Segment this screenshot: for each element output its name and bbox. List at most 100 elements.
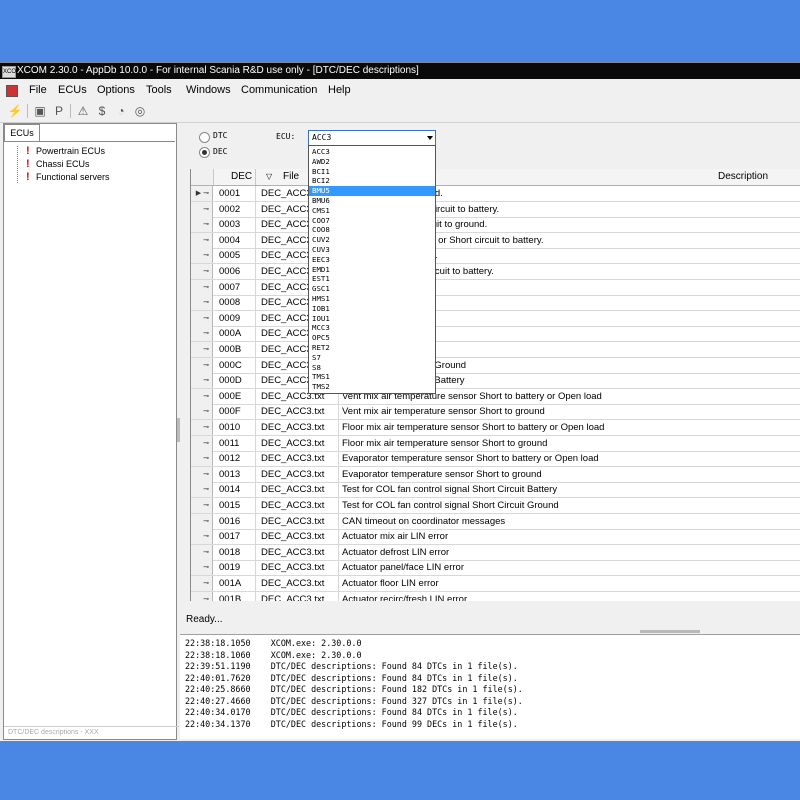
table-row[interactable]: ⊸000BDEC_ACC3.txtack signal fault (191, 342, 800, 358)
title-bar[interactable]: XCOM XCOM 2.30.0 - AppDb 10.0.0 - For in… (0, 63, 800, 79)
row-header[interactable]: ⊸ (191, 217, 213, 233)
table-row[interactable]: ⊸000DDEC_ACC3.txtol signal Short Circuit… (191, 373, 800, 390)
menu-communication[interactable]: Communication (241, 80, 317, 100)
menu-help[interactable]: Help (328, 80, 351, 100)
dec-radio[interactable] (199, 147, 210, 158)
dropdown-option[interactable]: CUV3 (309, 245, 435, 255)
row-header[interactable]: ⊸ (191, 529, 213, 545)
table-row[interactable]: ⊸ 001A DEC_ACC3.txt Actuator floor LIN erro… (191, 576, 800, 592)
menu-file[interactable]: File (29, 80, 47, 100)
dropdown-option[interactable]: TMS1 (309, 372, 435, 382)
table-row[interactable]: ⊸0008DEC_ACC3.txtge fault (191, 295, 800, 312)
table-row[interactable]: ⊸ 0019 DEC_ACC3.txt Actuator panel/face LIN… (191, 560, 800, 577)
table-row[interactable]: ⊸0005DEC_ACC3.txtShort circuit to ground… (191, 248, 800, 265)
speedometer-icon[interactable]: ◔ (113, 103, 129, 119)
splitter-handle[interactable] (177, 418, 180, 442)
menu-ecus[interactable]: ECUs (58, 80, 87, 100)
dropdown-option[interactable]: CMS1 (309, 206, 435, 216)
table-row[interactable]: ▶ ⊸0001DEC_ACC3.txtt Short circuit to gr… (191, 186, 800, 202)
row-header[interactable]: ⊸ (191, 310, 213, 326)
row-header[interactable]: ⊸ (191, 435, 213, 451)
menu-windows[interactable]: Windows (186, 80, 231, 100)
row-header[interactable]: ⊸ (191, 201, 213, 217)
dropdown-option[interactable]: BMU5 (309, 186, 435, 196)
horizontal-splitter[interactable] (640, 630, 700, 633)
row-header[interactable]: ⊸ (191, 498, 213, 513)
menu-options[interactable]: Options (97, 80, 135, 100)
row-header[interactable]: ⊸ (191, 420, 213, 435)
table-row[interactable]: ⊸0009DEC_ACC3.txtemperature fault (191, 310, 800, 327)
settings-icon[interactable]: ◎ (132, 103, 148, 119)
dropdown-option[interactable]: OPC5 (309, 333, 435, 343)
dropdown-option[interactable]: RET2 (309, 343, 435, 353)
table-row[interactable]: ⊸0006DEC_ACC3.txtOpen load or Short circ… (191, 264, 800, 280)
table-row[interactable]: ⊸ 0014 DEC_ACC3.txt Test for COL fan contro… (191, 482, 800, 499)
row-header[interactable]: ⊸ (191, 342, 213, 357)
table-row[interactable]: ⊸0007DEC_ACC3.txts error. (191, 279, 800, 296)
dropdown-option[interactable]: IOB1 (309, 304, 435, 314)
row-header[interactable]: ⊸ (191, 513, 213, 529)
row-header[interactable]: ⊸ (191, 326, 213, 342)
system-menu-icon[interactable] (6, 85, 18, 97)
row-header[interactable]: ⊸ (191, 404, 213, 420)
row-header[interactable]: ⊸ (191, 591, 213, 601)
chevron-down-icon[interactable] (427, 136, 433, 140)
tab-ecus[interactable]: ECUs (4, 124, 40, 141)
row-header[interactable]: ⊸ (191, 451, 213, 467)
row-header[interactable]: ⊸ (191, 279, 213, 295)
table-row[interactable]: ⊸ 0004 DEC_ACC3.txt nalog Input Open load o… (191, 232, 800, 249)
table-row[interactable]: ⊸ 0012 DEC_ACC3.txt Evaporator temperature … (191, 451, 800, 468)
table-row[interactable]: ⊸ 0016 DEC_ACC3.txt CAN timeout on coordina… (191, 513, 800, 530)
row-header[interactable]: ⊸ (191, 357, 213, 373)
tree-item-functional-servers[interactable]: ! Functional servers (26, 171, 110, 184)
dropdown-option[interactable]: BCI1 (309, 167, 435, 177)
dropdown-option[interactable]: EST1 (309, 274, 435, 284)
dropdown-option[interactable]: ACC3 (309, 147, 435, 157)
dollar-icon[interactable]: $ (94, 103, 110, 119)
save-icon[interactable]: ▣ (32, 103, 48, 119)
row-header[interactable]: ⊸ (191, 388, 213, 404)
row-header[interactable]: ⊸ (191, 295, 213, 311)
properties-icon[interactable]: P (51, 103, 67, 119)
ecu-select[interactable]: ACC3 (308, 130, 436, 146)
table-row[interactable]: ⊸000ADEC_ACC3.txtted fault (191, 326, 800, 343)
dropdown-option[interactable]: GSC1 (309, 284, 435, 294)
lightning-icon[interactable]: ⚡ (7, 103, 23, 119)
table-row[interactable]: ⊸0002DEC_ACC3.txtt Open load or Short ci… (191, 201, 800, 218)
column-header-dec[interactable]: DEC ▽ (213, 169, 272, 185)
dropdown-option[interactable]: BCI2 (309, 176, 435, 186)
tree-item-powertrain-ecus[interactable]: ! Powertrain ECUs (26, 145, 105, 158)
dropdown-option[interactable]: S8 (309, 363, 435, 373)
dropdown-option[interactable]: MCC3 (309, 323, 435, 333)
dropdown-option[interactable]: IOU1 (309, 314, 435, 324)
dropdown-option[interactable]: BMU6 (309, 196, 435, 206)
dropdown-option[interactable]: HMS1 (309, 294, 435, 304)
table-row[interactable]: ⊸ 0013 DEC_ACC3.txt Evaporator temperature … (191, 466, 800, 483)
row-header[interactable]: ▶ ⊸ (191, 186, 213, 201)
dropdown-option[interactable]: EEC3 (309, 255, 435, 265)
dtc-radio[interactable] (199, 132, 210, 143)
table-row[interactable]: ⊸ 001B DEC_ACC3.txt Actuator recirc/fresh L… (191, 591, 800, 601)
table-row[interactable]: ⊸ 0017 DEC_ACC3.txt Actuator mix air LIN er… (191, 529, 800, 546)
dropdown-option[interactable]: CUV2 (309, 235, 435, 245)
warning-icon[interactable]: ⚠ (75, 103, 91, 119)
menu-tools[interactable]: Tools (146, 80, 172, 100)
dropdown-option[interactable]: TMS2 (309, 382, 435, 392)
table-row[interactable]: ⊸ 0018 DEC_ACC3.txt Actuator defrost LIN er… (191, 544, 800, 561)
dropdown-option[interactable]: AWD2 (309, 157, 435, 167)
table-row[interactable]: ⊸ 000E DEC_ACC3.txt Vent mix air temperatur… (191, 388, 800, 405)
row-header[interactable]: ⊸ (191, 264, 213, 279)
row-header[interactable]: ⊸ (191, 466, 213, 482)
tree-item-chassi-ecus[interactable]: ! Chassi ECUs (26, 158, 90, 171)
dropdown-option[interactable]: EMD1 (309, 265, 435, 275)
row-header[interactable]: ⊸ (191, 232, 213, 248)
dropdown-option[interactable]: COO7 (309, 216, 435, 226)
table-row[interactable]: ⊸ 0010 DEC_ACC3.txt Floor mix air temperatu… (191, 420, 800, 436)
row-header[interactable]: ⊸ (191, 248, 213, 264)
row-header[interactable]: ⊸ (191, 373, 213, 389)
table-row[interactable]: ⊸0003DEC_ACC3.txtnalog Input Short circu… (191, 217, 800, 234)
row-header[interactable]: ⊸ (191, 544, 213, 560)
dropdown-option[interactable]: S7 (309, 353, 435, 363)
table-row[interactable]: ⊸ 0011 DEC_ACC3.txt Floor mix air temperatu… (191, 435, 800, 452)
row-header[interactable]: ⊸ (191, 576, 213, 591)
